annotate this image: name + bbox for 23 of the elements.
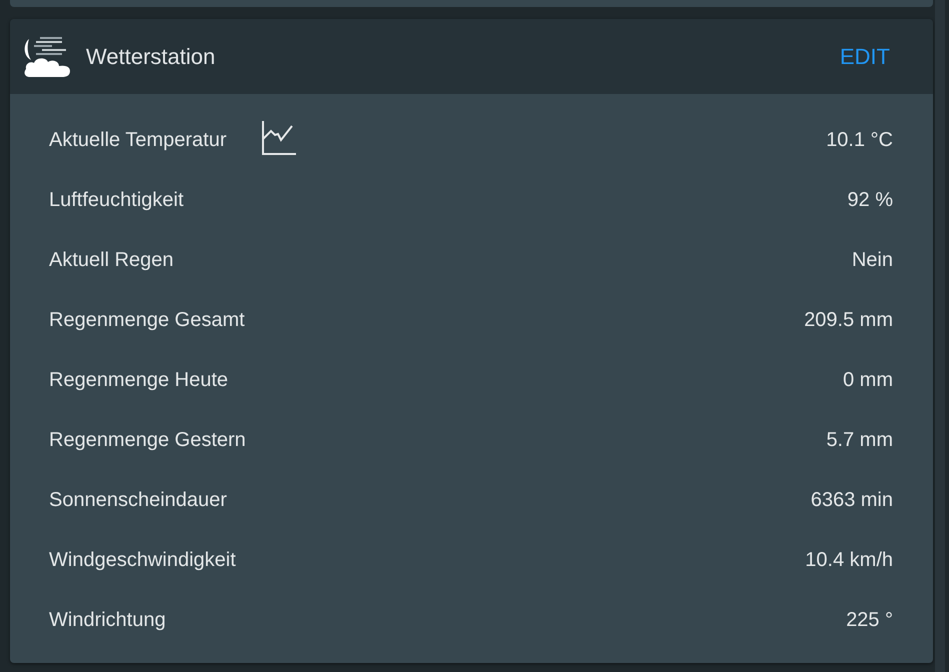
row-value: Nein <box>852 248 893 272</box>
row-label: Sonnenscheindauer <box>49 488 227 512</box>
row-label: Regenmenge Heute <box>49 368 228 392</box>
row-label: Windrichtung <box>49 608 166 632</box>
row-value: 209.5 mm <box>804 308 893 332</box>
edit-button[interactable]: EDIT <box>832 38 898 76</box>
row-label: Regenmenge Gesamt <box>49 308 245 332</box>
row-value: 225 ° <box>846 608 893 632</box>
row-value: 92 % <box>847 188 893 212</box>
row-label: Aktuell Regen <box>49 248 174 272</box>
row-label: Luftfeuchtigkeit <box>49 188 184 212</box>
row-value: 6363 min <box>810 488 893 512</box>
row-value: 5.7 mm <box>826 428 893 452</box>
row-value: 10.1 °C <box>826 128 893 152</box>
row-label: Aktuelle Temperatur <box>49 128 226 152</box>
row-value: 10.4 km/h <box>805 548 893 572</box>
line-chart-icon[interactable] <box>262 120 296 154</box>
row-label: Windgeschwindigkeit <box>49 548 236 572</box>
row-label: Regenmenge Gestern <box>49 428 246 452</box>
scrollbar[interactable] <box>935 0 945 672</box>
row-value: 0 mm <box>843 368 893 392</box>
moon-cloud-wind-icon <box>22 36 72 78</box>
card-title: Wetterstation <box>86 44 216 70</box>
